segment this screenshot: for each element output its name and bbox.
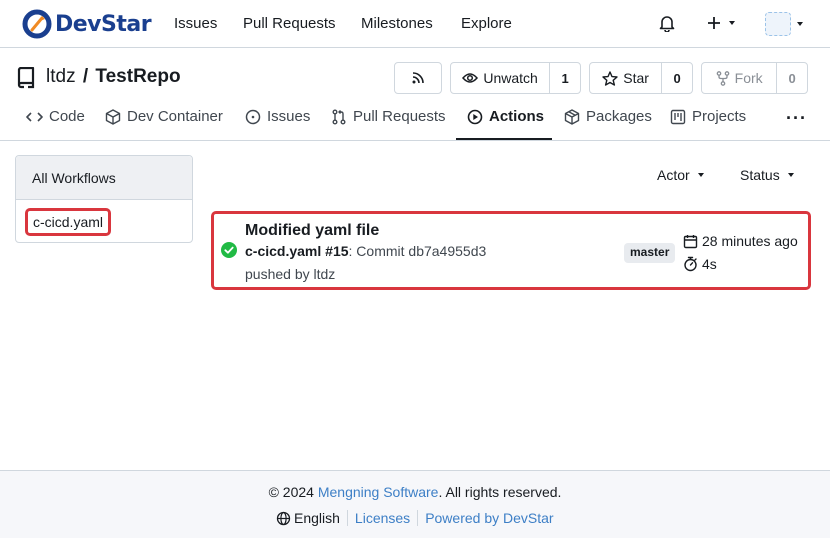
tab-code[interactable]: Code bbox=[26, 108, 85, 125]
tab-dev-container[interactable]: Dev Container bbox=[105, 108, 223, 125]
run-title-link[interactable]: Modified yaml file bbox=[245, 222, 379, 240]
star-button[interactable]: Star bbox=[590, 63, 661, 93]
nav-milestones[interactable]: Milestones bbox=[361, 15, 433, 32]
repo-title: ltdz / TestRepo bbox=[46, 66, 181, 88]
divider bbox=[346, 510, 348, 526]
actor-filter-dropdown[interactable]: Actor bbox=[657, 167, 704, 183]
divider bbox=[417, 510, 419, 526]
chevron-down-icon bbox=[729, 21, 735, 25]
repo-tabs: Code Dev Container Issues Pull Requests … bbox=[0, 100, 830, 141]
powered-by-link[interactable]: Powered by DevStar bbox=[425, 510, 553, 526]
create-menu-button[interactable] bbox=[706, 14, 735, 32]
run-time: 28 minutes ago bbox=[683, 233, 798, 249]
rss-feed-button[interactable] bbox=[394, 62, 442, 94]
chevron-down-icon bbox=[787, 173, 794, 177]
chevron-down-icon bbox=[697, 173, 704, 177]
globe-icon bbox=[276, 511, 291, 525]
tab-dev-container-label: Dev Container bbox=[127, 108, 223, 125]
nav-pull-requests[interactable]: Pull Requests bbox=[243, 15, 336, 32]
run-pushed-by: pushed by ltdz bbox=[245, 266, 336, 282]
actor-filter-label: Actor bbox=[657, 167, 690, 183]
devstar-logo-icon bbox=[22, 9, 52, 39]
star-label: Star bbox=[623, 70, 649, 86]
tab-issues[interactable]: Issues bbox=[245, 108, 310, 125]
fork-button-group: Fork 0 bbox=[701, 62, 808, 94]
tab-code-label: Code bbox=[49, 108, 85, 125]
brand-name: DevStar bbox=[55, 11, 152, 37]
rss-icon bbox=[412, 72, 424, 84]
code-icon bbox=[26, 111, 43, 122]
eye-icon bbox=[462, 73, 479, 83]
run-time-ago: 28 minutes ago bbox=[702, 233, 798, 249]
package-box-icon bbox=[105, 108, 121, 125]
repo-name-link[interactable]: TestRepo bbox=[95, 66, 180, 87]
project-board-icon bbox=[670, 109, 686, 124]
copyright-suffix: . All rights reserved. bbox=[438, 484, 562, 500]
top-nav: DevStar Issues Pull Requests Milestones … bbox=[0, 0, 830, 48]
tab-projects[interactable]: Projects bbox=[670, 108, 746, 125]
tab-issues-label: Issues bbox=[267, 108, 311, 125]
stopwatch-icon bbox=[684, 256, 697, 272]
tab-actions[interactable]: Actions bbox=[467, 108, 544, 125]
repo-path-separator: / bbox=[82, 66, 89, 87]
avatar[interactable] bbox=[765, 12, 791, 36]
run-duration-value: 4s bbox=[702, 256, 717, 272]
issue-circle-icon bbox=[245, 109, 261, 124]
success-check-icon bbox=[221, 242, 237, 258]
footer-links: English Licenses Powered by DevStar bbox=[276, 510, 554, 526]
unwatch-label: Unwatch bbox=[483, 70, 538, 86]
run-commit: : Commit db7a4955d3 bbox=[348, 243, 487, 259]
calendar-icon bbox=[683, 234, 698, 248]
language-selector[interactable]: English bbox=[276, 510, 340, 526]
page-footer: © 2024 Mengning Software. All rights res… bbox=[0, 470, 830, 538]
workflow-run-item[interactable]: Modified yaml file c-cicd.yaml #15: Comm… bbox=[211, 211, 811, 290]
tab-actions-label: Actions bbox=[489, 108, 545, 125]
run-meta: c-cicd.yaml #15: Commit db7a4955d3 bbox=[245, 243, 486, 259]
unwatch-button[interactable]: Unwatch bbox=[451, 63, 549, 93]
branch-badge[interactable]: master bbox=[624, 243, 676, 263]
package-icon bbox=[564, 108, 580, 125]
devstar-logo[interactable]: DevStar bbox=[22, 9, 152, 39]
forks-count[interactable]: 0 bbox=[776, 63, 807, 93]
watch-button-group: Unwatch 1 bbox=[450, 62, 581, 94]
fork-label: Fork bbox=[734, 70, 763, 86]
repo-icon bbox=[16, 67, 36, 89]
run-duration: 4s bbox=[683, 256, 717, 272]
tab-packages[interactable]: Packages bbox=[564, 108, 652, 125]
more-tabs-button[interactable]: ··· bbox=[786, 108, 807, 129]
status-filter-label: Status bbox=[740, 167, 780, 183]
workflow-item-c-cicd[interactable]: c-cicd.yaml bbox=[25, 208, 111, 236]
tab-pull-requests[interactable]: Pull Requests bbox=[331, 108, 446, 125]
workflows-sidebar: All Workflows c-cicd.yaml bbox=[15, 155, 193, 243]
star-button-group: Star 0 bbox=[589, 62, 693, 94]
plus-icon bbox=[708, 17, 720, 29]
bell-icon bbox=[659, 16, 675, 32]
copyright-prefix: © 2024 bbox=[268, 484, 318, 500]
pull-request-icon bbox=[332, 109, 346, 124]
repo-owner-link[interactable]: ltdz bbox=[46, 66, 76, 87]
chevron-down-icon bbox=[797, 22, 803, 26]
tab-packages-label: Packages bbox=[586, 108, 652, 125]
copyright: © 2024 Mengning Software. All rights res… bbox=[0, 484, 830, 500]
fork-button[interactable]: Fork bbox=[702, 63, 776, 93]
star-icon bbox=[602, 70, 618, 86]
nav-issues[interactable]: Issues bbox=[174, 15, 217, 32]
watchers-count[interactable]: 1 bbox=[549, 63, 580, 93]
tab-projects-label: Projects bbox=[692, 108, 747, 125]
language-label: English bbox=[294, 510, 340, 526]
stars-count[interactable]: 0 bbox=[661, 63, 692, 93]
status-filter-dropdown[interactable]: Status bbox=[740, 167, 794, 183]
run-workflow-ref: c-cicd.yaml #15 bbox=[245, 243, 349, 259]
licenses-link[interactable]: Licenses bbox=[355, 510, 410, 526]
notifications-button[interactable] bbox=[658, 14, 676, 32]
tab-pull-requests-label: Pull Requests bbox=[353, 108, 446, 125]
active-tab-indicator bbox=[456, 138, 552, 140]
fork-icon bbox=[716, 70, 729, 86]
play-circle-icon bbox=[467, 109, 483, 124]
all-workflows-item[interactable]: All Workflows bbox=[16, 156, 192, 200]
nav-explore[interactable]: Explore bbox=[461, 15, 512, 32]
company-link[interactable]: Mengning Software bbox=[318, 484, 439, 500]
